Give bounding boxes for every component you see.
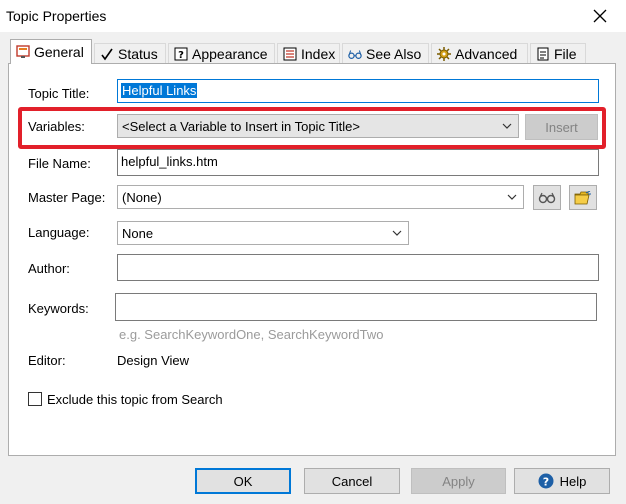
svg-text:?: ? bbox=[542, 476, 548, 489]
help-icon: ? bbox=[538, 473, 554, 489]
topic-title-input[interactable]: Helpful Links bbox=[117, 79, 599, 103]
chevron-down-icon bbox=[392, 230, 402, 236]
cancel-button[interactable]: Cancel bbox=[304, 468, 400, 494]
topic-title-value: Helpful Links bbox=[121, 83, 198, 98]
window-title: Topic Properties bbox=[6, 8, 107, 24]
editor-label: Editor: bbox=[28, 353, 66, 368]
ok-label: OK bbox=[233, 473, 253, 489]
variables-highlight-box bbox=[18, 107, 606, 149]
file-icon bbox=[536, 47, 550, 61]
open-folder-icon bbox=[574, 190, 591, 204]
author-label: Author: bbox=[28, 261, 70, 276]
tab-file[interactable]: File bbox=[530, 43, 586, 63]
index-icon bbox=[283, 47, 297, 61]
cancel-label: Cancel bbox=[331, 473, 373, 489]
glasses-icon bbox=[538, 192, 556, 203]
tab-label: Status bbox=[118, 45, 158, 62]
preview-master-page-button[interactable] bbox=[533, 185, 561, 210]
close-button[interactable] bbox=[580, 2, 620, 30]
tab-label: General bbox=[34, 44, 84, 60]
tab-appearance[interactable]: ? Appearance bbox=[168, 43, 275, 63]
browse-master-page-button[interactable] bbox=[569, 185, 597, 210]
tab-advanced[interactable]: Advanced bbox=[431, 43, 528, 63]
title-bar: Topic Properties bbox=[0, 0, 626, 32]
apply-button[interactable]: Apply bbox=[411, 468, 506, 494]
svg-text:?: ? bbox=[178, 50, 184, 61]
author-input[interactable] bbox=[117, 254, 599, 281]
ok-button[interactable]: OK bbox=[195, 468, 291, 494]
language-value: None bbox=[122, 226, 154, 241]
exclude-search-label[interactable]: Exclude this topic from Search bbox=[47, 392, 223, 407]
editor-value: Design View bbox=[117, 353, 190, 368]
apply-label: Apply bbox=[442, 473, 475, 489]
topic-title-label: Topic Title: bbox=[28, 86, 90, 101]
file-name-value: helpful_links.htm bbox=[121, 154, 218, 169]
tab-see-also[interactable]: See Also bbox=[342, 43, 429, 63]
tab-index[interactable]: Index bbox=[277, 43, 340, 63]
close-icon bbox=[593, 9, 607, 23]
tab-general[interactable]: General bbox=[10, 39, 92, 64]
question-icon: ? bbox=[174, 47, 188, 61]
gear-icon bbox=[437, 46, 451, 61]
exclude-search-checkbox[interactable] bbox=[28, 392, 42, 406]
file-name-input[interactable]: helpful_links.htm bbox=[117, 149, 599, 176]
tab-label: Advanced bbox=[455, 45, 518, 62]
keywords-label: Keywords: bbox=[28, 301, 89, 316]
file-name-label: File Name: bbox=[28, 156, 91, 171]
help-button[interactable]: ? Help bbox=[514, 468, 610, 494]
language-dropdown[interactable]: None bbox=[117, 221, 409, 245]
keywords-hint: e.g. SearchKeywordOne, SearchKeywordTwo bbox=[119, 327, 384, 342]
checkmark-icon bbox=[100, 47, 114, 61]
master-page-label: Master Page: bbox=[28, 190, 106, 205]
language-label: Language: bbox=[28, 225, 90, 240]
keywords-input[interactable] bbox=[115, 293, 597, 321]
chevron-down-icon bbox=[507, 194, 517, 200]
tab-status[interactable]: Status bbox=[94, 43, 166, 63]
tab-label: See Also bbox=[366, 45, 422, 62]
tab-label: File bbox=[554, 45, 577, 62]
master-page-value: (None) bbox=[122, 190, 162, 205]
tab-label: Appearance bbox=[192, 45, 268, 62]
master-page-dropdown[interactable]: (None) bbox=[117, 185, 524, 209]
tab-label: Index bbox=[301, 45, 336, 62]
help-label: Help bbox=[559, 473, 587, 489]
glasses-icon bbox=[348, 47, 362, 61]
general-icon bbox=[16, 45, 30, 59]
